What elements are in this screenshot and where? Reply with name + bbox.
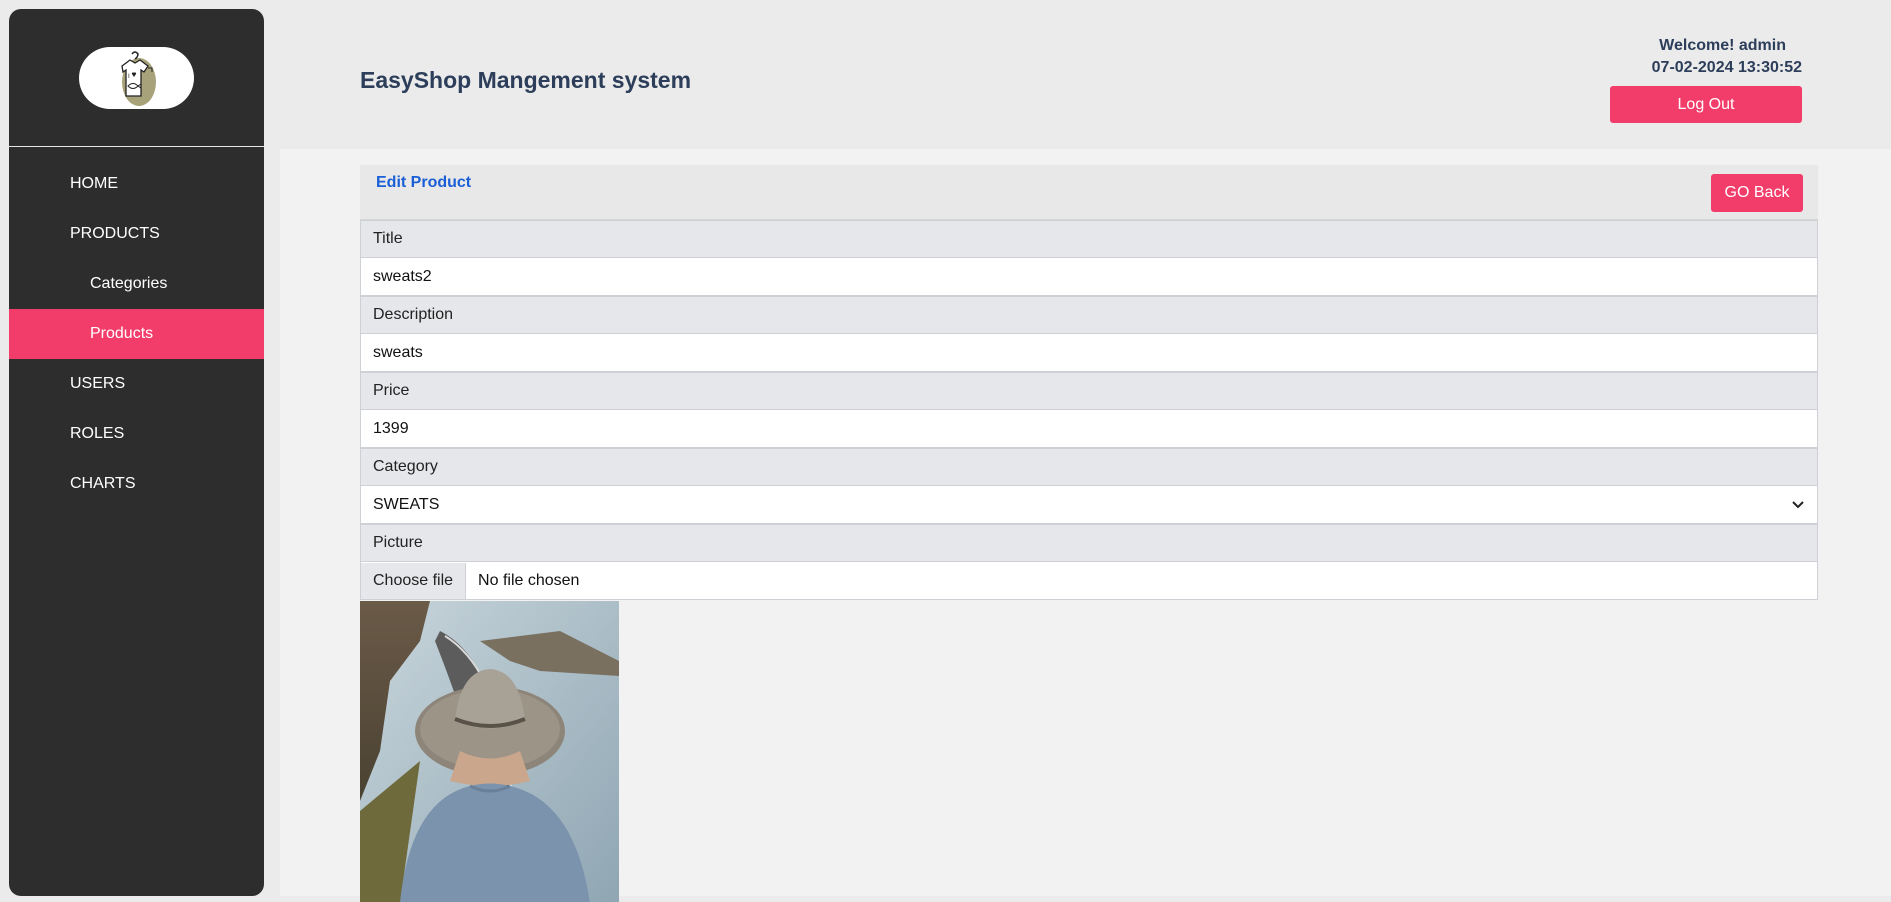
sidebar-item-label: Categories (90, 275, 168, 292)
description-input[interactable]: sweats (360, 334, 1818, 372)
file-status-text: No file chosen (478, 571, 580, 589)
category-label: Category (360, 448, 1818, 486)
svg-text:I: I (128, 73, 130, 80)
page-title: Edit Product (376, 174, 472, 191)
product-image (360, 601, 619, 902)
sidebar: I HOME PRODUCTS Categories Products USER… (9, 9, 264, 896)
go-back-button[interactable]: GO Back (1711, 174, 1803, 212)
datetime-text: 07-02-2024 13:30:52 (1651, 59, 1802, 76)
product-photo (360, 601, 619, 902)
edit-product-card: Edit Product GO Back Title sweats2 Descr… (360, 165, 1818, 902)
sidebar-item-charts[interactable]: CHARTS (9, 459, 264, 509)
sidebar-item-label: Products (90, 325, 154, 342)
sidebar-item-label: ROLES (70, 425, 125, 442)
price-input[interactable]: 1399 (360, 410, 1818, 448)
welcome-text: Welcome! admin (1659, 37, 1786, 54)
sidebar-item-label: USERS (70, 375, 126, 392)
picture-file-input[interactable]: Choose file No file chosen (360, 562, 1818, 600)
description-label: Description (360, 296, 1818, 334)
sidebar-item-users[interactable]: USERS (9, 359, 264, 409)
chevron-down-icon (1792, 500, 1804, 508)
app-title: EasyShop Mangement system (360, 67, 692, 93)
category-select[interactable]: SWEATS (360, 486, 1818, 524)
sidebar-item-label: HOME (70, 175, 118, 192)
card-header: Edit Product GO Back (360, 165, 1818, 220)
sidebar-item-products[interactable]: PRODUCTS (9, 209, 264, 259)
sidebar-item-home[interactable]: HOME (9, 159, 264, 209)
sidebar-item-categories[interactable]: Categories (9, 259, 264, 309)
sidebar-nav: HOME PRODUCTS Categories Products USERS … (9, 147, 264, 509)
choose-file-button[interactable]: Choose file (361, 562, 467, 599)
sidebar-item-label: PRODUCTS (70, 225, 160, 242)
picture-label: Picture (360, 524, 1818, 562)
category-selected-value: SWEATS (373, 495, 440, 513)
user-info: Welcome! admin 07-02-2024 13:30:52 (1652, 35, 1802, 79)
sidebar-item-roles[interactable]: ROLES (9, 409, 264, 459)
logo[interactable]: I (79, 46, 194, 109)
sidebar-item-products-sub[interactable]: Products (9, 309, 264, 359)
logout-button[interactable]: Log Out (1610, 86, 1802, 123)
title-input[interactable]: sweats2 (360, 258, 1818, 296)
main-panel: Edit Product GO Back Title sweats2 Descr… (280, 149, 1891, 902)
title-label: Title (360, 220, 1818, 258)
sidebar-item-label: CHARTS (70, 475, 136, 492)
logo-area: I (9, 9, 264, 147)
price-label: Price (360, 372, 1818, 410)
shirt-logo-icon: I (120, 50, 156, 106)
